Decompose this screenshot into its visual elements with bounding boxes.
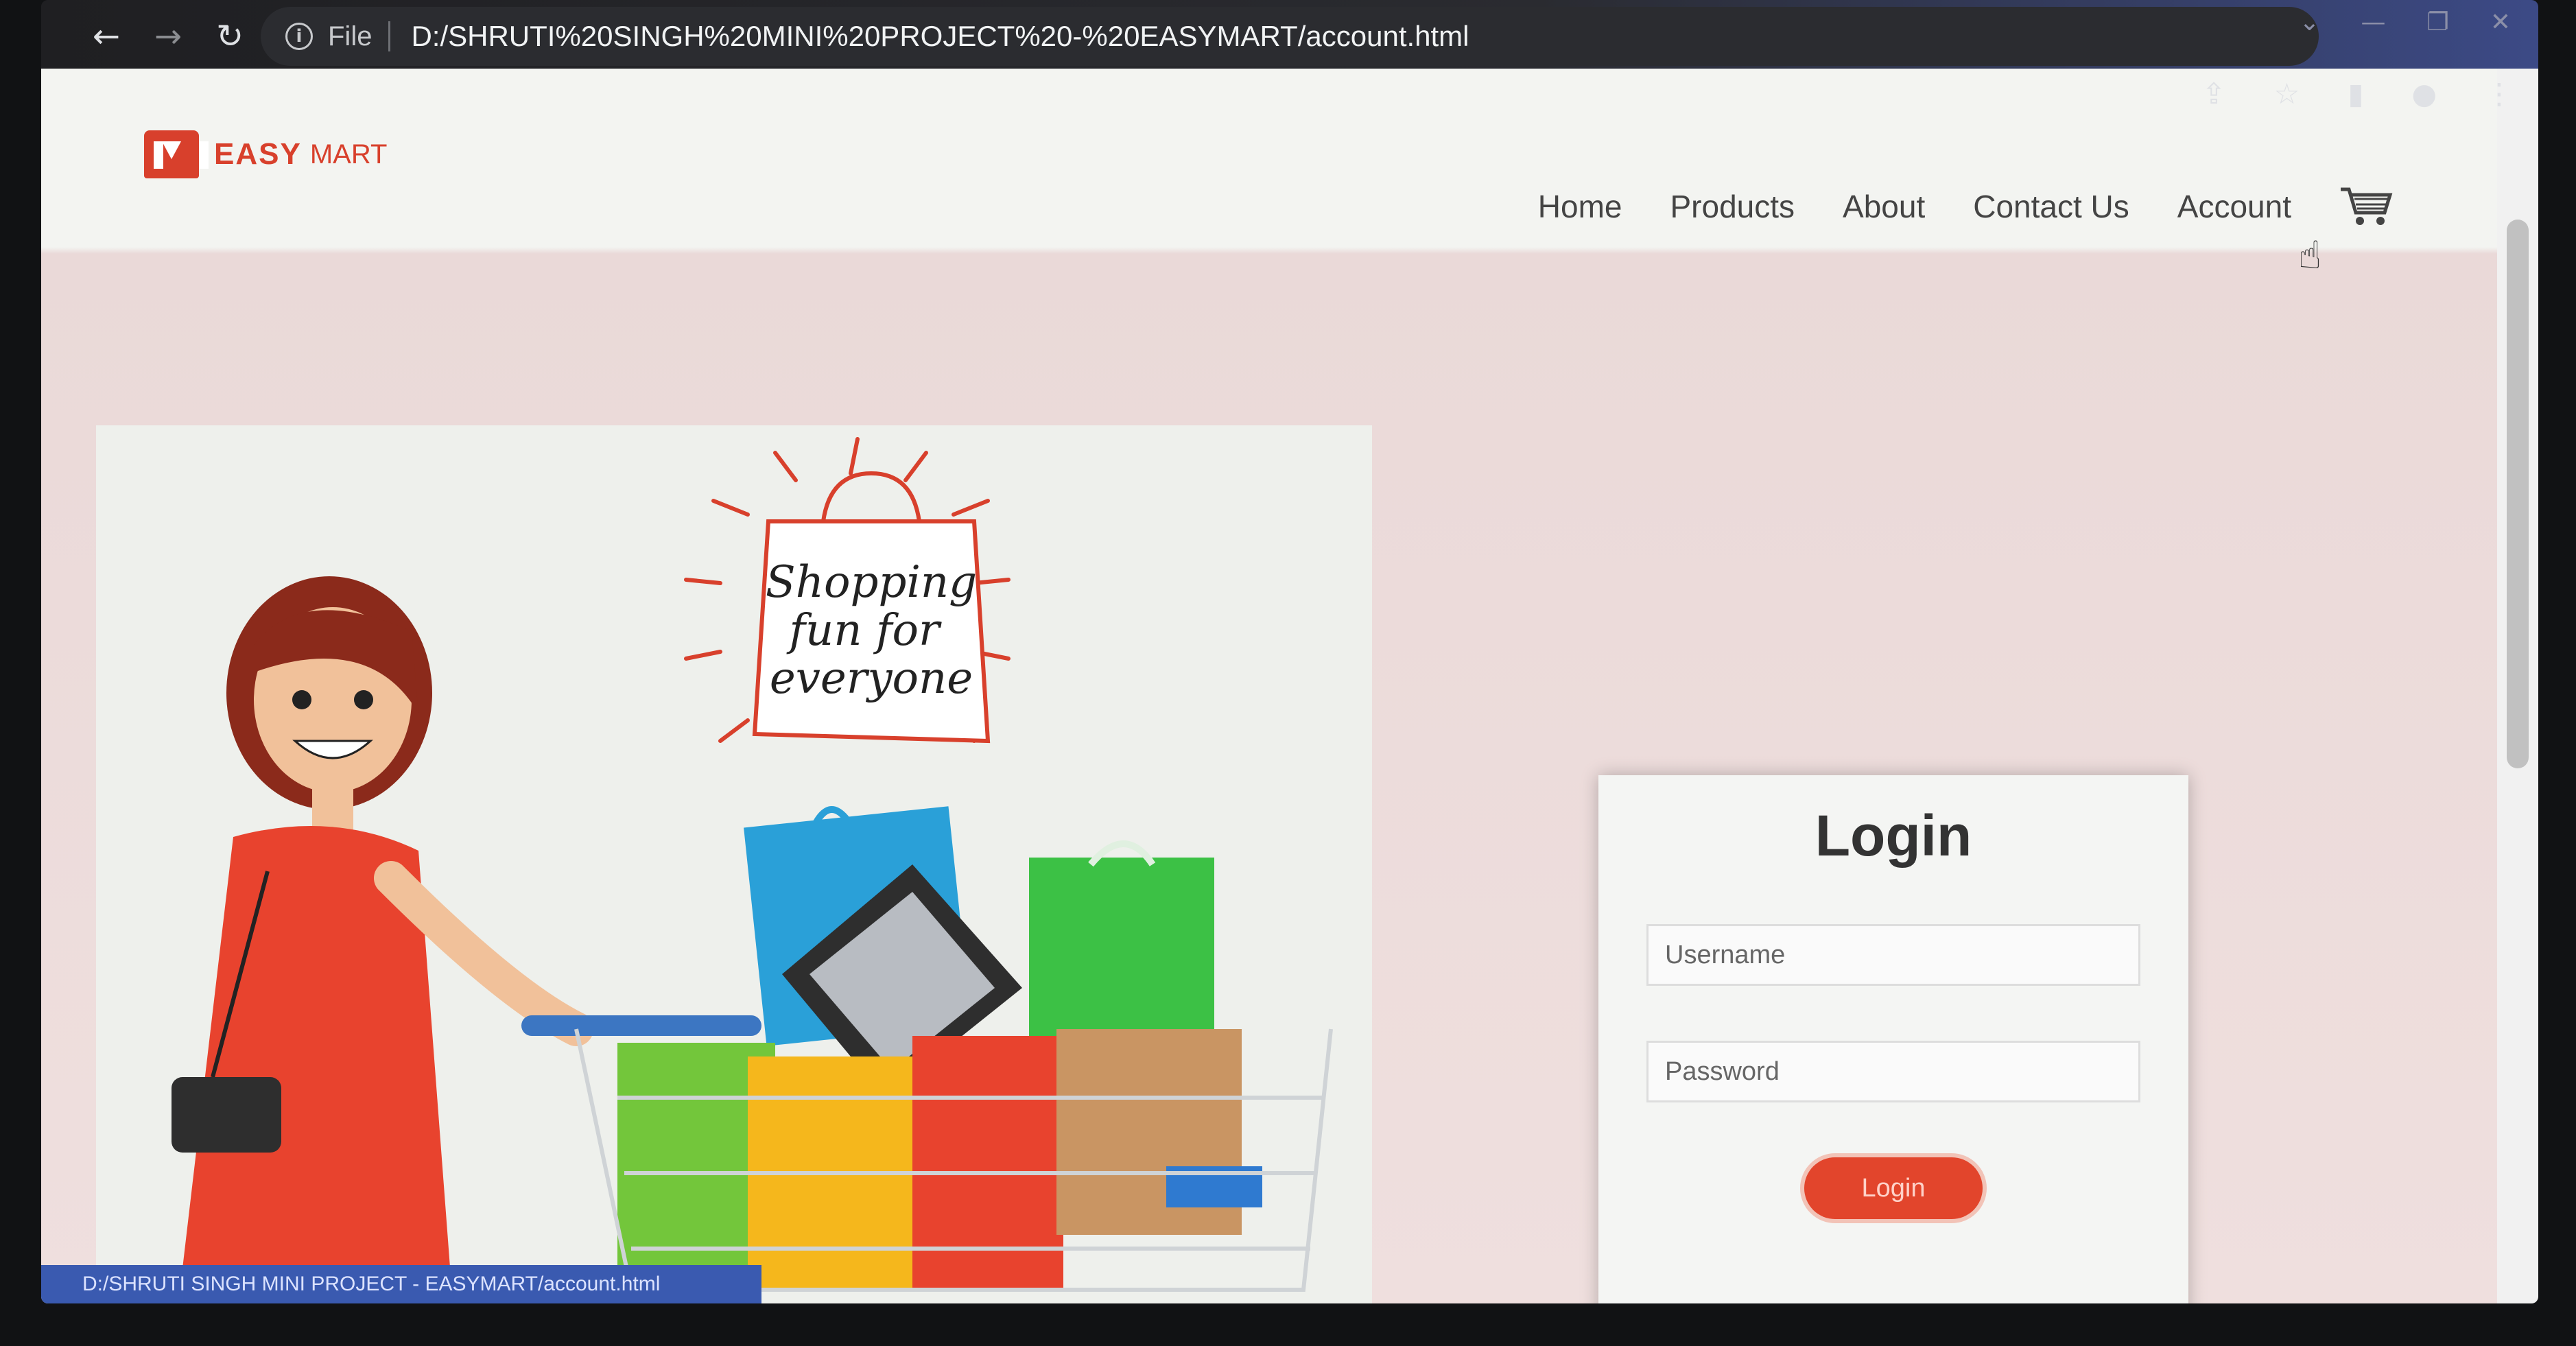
window-controls: ⌄ — ❐ ✕ [2299,8,2511,36]
badge-line-2: fun for [786,605,942,656]
username-input[interactable] [1646,924,2140,986]
logo-text-strong: EASY [214,137,302,171]
nav-products[interactable]: Products [1670,188,1795,225]
url-text[interactable]: D:/SHRUTI%20SINGH%20MINI%20PROJECT%20-%2… [411,20,1469,53]
page-viewport: EASY MART Home Products About Contact Us… [41,69,2538,1303]
separator [388,21,391,51]
logo-mark-icon [144,130,209,178]
cart-with-bags [521,806,1333,1292]
logo-text-light: MART [309,139,388,169]
web-page: EASY MART Home Products About Contact Us… [41,69,2497,1303]
shopping-illustration: Shopping fun for everyone [172,437,1333,1303]
badge-line-1: Shopping [766,557,977,608]
login-title: Login [1815,803,1972,868]
back-icon[interactable]: ← [82,12,130,60]
cart-icon[interactable] [2339,185,2394,228]
nav-account[interactable]: Account [2177,188,2291,225]
scrollbar-thumb[interactable] [2507,220,2529,768]
menu-kebab-icon[interactable]: ⋮ [2485,77,2514,110]
minimize-icon[interactable]: — [2361,8,2386,36]
login-button[interactable]: Login [1804,1157,1983,1219]
bookmark-star-icon[interactable]: ☆ [2274,77,2300,110]
info-icon[interactable]: i [285,23,313,50]
badge-line-3: everyone [770,653,973,704]
nav-home[interactable]: Home [1538,188,1622,225]
browser-topbar: ← → ↻ i File D:/SHRUTI%20SINGH%20MINI%20… [41,0,2538,69]
browser-toolbar-icons: ⇪ ☆ ▮ ● ⋮ [2201,77,2514,110]
hero-illustration: Shopping fun for everyone [96,425,1372,1303]
woman-figure [172,576,593,1303]
forward-icon[interactable]: → [144,12,192,60]
nav-contact[interactable]: Contact Us [1973,188,2129,225]
site-logo[interactable]: EASY MART [144,130,387,178]
close-icon[interactable]: ✕ [2490,8,2511,36]
password-input[interactable] [1646,1041,2140,1102]
address-bar[interactable]: i File D:/SHRUTI%20SINGH%20MINI%20PROJEC… [261,7,2319,66]
nav-about[interactable]: About [1843,188,1925,225]
profile-icon[interactable]: ● [2411,77,2437,110]
login-card: Login Login [1598,775,2188,1303]
restore-icon[interactable]: ❐ [2427,8,2449,36]
reload-icon[interactable]: ↻ [206,12,254,60]
status-bar: D:/SHRUTI SINGH MINI PROJECT - EASYMART/… [41,1265,761,1303]
tab-search-icon[interactable]: ⌄ [2299,8,2319,36]
pointer-cursor-icon: ☝ [2298,233,2322,278]
scrollbar[interactable] [2497,69,2538,1303]
file-label: File [328,21,373,51]
main-nav: Home Products About Contact Us Account [1538,185,2394,228]
side-panel-icon[interactable]: ▮ [2348,77,2363,110]
share-icon[interactable]: ⇪ [2201,77,2225,110]
browser-window: ← → ↻ i File D:/SHRUTI%20SINGH%20MINI%20… [41,0,2538,1303]
shopping-badge: Shopping fun for everyone [684,437,1011,744]
